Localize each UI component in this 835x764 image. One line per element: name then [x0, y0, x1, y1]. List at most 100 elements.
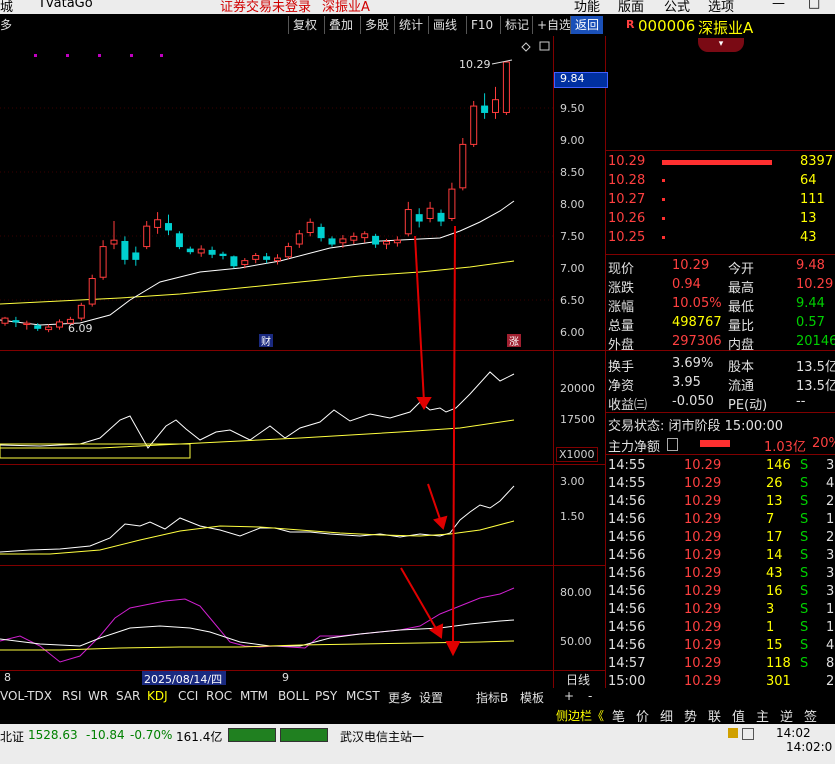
tick-price: 10.29: [684, 458, 722, 473]
collapse-toggle[interactable]: ▾: [698, 38, 744, 52]
kline-chart[interactable]: 10.29 6.09 财 涨: [0, 36, 606, 688]
broker-server[interactable]: 武汉电信主站一: [340, 728, 424, 745]
tick-price: 10.29: [684, 476, 722, 491]
grid-icon[interactable]: [742, 728, 754, 740]
price-tick-900: 9.00: [560, 134, 585, 147]
multi-stock-button[interactable]: 多股: [360, 16, 393, 34]
candle-body: [219, 253, 227, 257]
price-tick-850: 8.50: [560, 166, 585, 179]
stat-label: 净资: [608, 379, 635, 394]
stock-code: 000006: [638, 17, 696, 35]
tab-kdj[interactable]: KDJ: [147, 689, 168, 703]
minimize-button[interactable]: —: [772, 0, 785, 11]
menu-stock-name: 深振业A: [322, 0, 370, 14]
tick-count: 20: [826, 674, 835, 689]
macd-tick-150: 1.50: [560, 510, 585, 523]
tab-psy[interactable]: PSY: [315, 689, 337, 703]
stat-label: 总量: [608, 319, 635, 334]
list-icon[interactable]: [667, 438, 678, 451]
detail-tab[interactable]: 逆: [780, 706, 793, 725]
ma-yellow: [0, 260, 515, 305]
sell-level-1-price[interactable]: 10.29: [608, 154, 645, 169]
menu-item-function[interactable]: 功能: [574, 0, 600, 14]
detail-tab[interactable]: 主: [756, 706, 769, 725]
tick-price: 10.29: [684, 494, 722, 509]
candle-body: [208, 249, 216, 255]
toolbar-left-label[interactable]: 多: [0, 16, 16, 34]
stat-value: 13.5亿: [796, 360, 835, 375]
zoom-in-button[interactable]: +: [564, 689, 574, 703]
candle-body: [350, 235, 358, 241]
current-price-tag-label: 9.84: [560, 72, 585, 85]
tab-cci[interactable]: CCI: [178, 689, 198, 703]
overlay-button[interactable]: 叠加: [324, 16, 357, 34]
tab-sar[interactable]: SAR: [116, 689, 140, 703]
f10-button[interactable]: F10: [466, 16, 497, 34]
sell-level-5-price[interactable]: 10.25: [608, 230, 645, 245]
tab-roc[interactable]: ROC: [206, 689, 232, 703]
lock-icon[interactable]: [728, 728, 738, 738]
tab-rsi[interactable]: RSI: [62, 689, 82, 703]
detail-tab[interactable]: 势: [684, 706, 697, 725]
tab-wr[interactable]: WR: [88, 689, 108, 703]
stat-label: 流通: [728, 379, 755, 394]
main-flow-label[interactable]: 主力净额: [608, 436, 660, 455]
zoom-out-button[interactable]: -: [588, 689, 592, 703]
tab-mtm[interactable]: MTM: [240, 689, 268, 703]
detail-tab[interactable]: 笔: [612, 706, 625, 725]
tick-volume: 16: [766, 584, 783, 599]
menu-item-city[interactable]: 城: [0, 0, 13, 14]
statistics-button[interactable]: 统计: [394, 16, 427, 34]
period-label[interactable]: 日线: [566, 671, 590, 688]
detail-tabs: 笔价细势联值主逆签: [606, 706, 835, 725]
stat-label: 涨幅: [608, 300, 635, 315]
indicator-b-button[interactable]: 指标B: [476, 689, 508, 706]
restore-rights-button[interactable]: 复权: [288, 16, 321, 34]
tab-mcst[interactable]: MCST: [346, 689, 380, 703]
mark-button[interactable]: 标记: [500, 16, 533, 34]
tick-side: S: [800, 530, 809, 545]
sell-level-2-price[interactable]: 10.28: [608, 173, 645, 188]
sell-level-3-price[interactable]: 10.27: [608, 192, 645, 207]
sidebar-toggle[interactable]: 侧边栏《: [556, 707, 604, 724]
sell-level-4-price[interactable]: 10.26: [608, 211, 645, 226]
menu-item-options[interactable]: 选项: [708, 0, 734, 14]
tab-vol-tdx[interactable]: VOL-TDX: [0, 689, 52, 703]
detail-tab[interactable]: 值: [732, 706, 745, 725]
sell-level-2-bar: [662, 179, 665, 182]
macd-tick-300: 3.00: [560, 475, 585, 488]
index-name[interactable]: 北证: [0, 728, 24, 745]
date-label-8: 8: [4, 671, 11, 684]
detail-tab[interactable]: 细: [660, 706, 673, 725]
tab-settings[interactable]: 设置: [419, 689, 443, 706]
detail-tab[interactable]: 价: [636, 706, 649, 725]
stat-value: 13.5亿: [796, 379, 835, 394]
menu-item-formula[interactable]: 公式: [664, 0, 690, 14]
candle-body: [154, 219, 162, 228]
kdj-tick-50: 50.00: [560, 635, 592, 648]
draw-line-button[interactable]: 画线: [428, 16, 461, 34]
detail-tab[interactable]: 联: [708, 706, 721, 725]
tab-boll[interactable]: BOLL: [278, 689, 309, 703]
tab-more[interactable]: 更多: [388, 689, 412, 706]
candle-body: [23, 322, 31, 326]
back-button[interactable]: 返回: [570, 16, 604, 34]
price-tick-600: 6.00: [560, 326, 585, 339]
tick-volume: 3: [766, 602, 775, 617]
menu-item-layout[interactable]: 版面: [618, 0, 644, 14]
tick-count: 2: [826, 494, 835, 509]
sell-level-1-volume: 8397: [800, 154, 834, 169]
stat-value: --: [796, 394, 806, 409]
add-favorite-button[interactable]: +自选: [532, 16, 575, 34]
candle-body: [317, 226, 325, 239]
maximize-button[interactable]: □: [808, 0, 820, 11]
detail-tab[interactable]: 签: [804, 706, 817, 725]
candle-body: [448, 188, 456, 219]
menu-item-tvatago[interactable]: TvataGo: [38, 0, 93, 11]
login-status[interactable]: 证券交易未登录: [220, 0, 311, 14]
candle-body: [252, 255, 260, 260]
window-icon: [539, 41, 550, 51]
index-change: -10.84: [86, 728, 125, 742]
clock-seconds: 14:02:0: [786, 740, 833, 754]
template-button[interactable]: 模板: [520, 689, 544, 706]
